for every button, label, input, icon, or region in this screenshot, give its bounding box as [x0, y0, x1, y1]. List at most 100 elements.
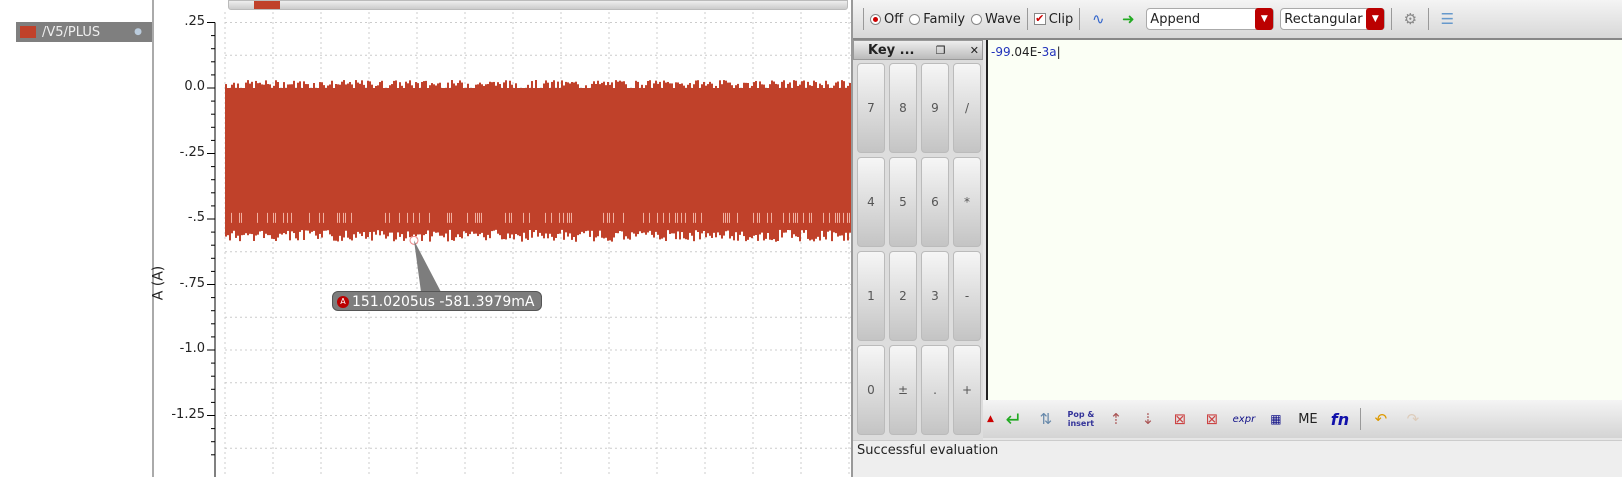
waveform-spike [653, 220, 655, 238]
waveform-spike [259, 220, 261, 232]
waveform-spike [641, 84, 643, 88]
expr-table-icon[interactable]: ▦ [1264, 408, 1288, 430]
waveform-spike [787, 83, 789, 88]
waveform-spike [605, 220, 607, 238]
clip-checkbox[interactable]: ✔ Clip [1033, 12, 1073, 27]
mode-select[interactable]: Append ▼ [1146, 8, 1275, 30]
key-13[interactable]: ± [889, 345, 917, 435]
waveform-spike [779, 220, 781, 230]
waveform-spike [825, 220, 827, 240]
expand-arrow-icon[interactable]: ▲ [987, 414, 994, 424]
function-icon[interactable]: fn [1328, 408, 1352, 430]
waveform-spike [709, 220, 711, 236]
waveform-spike [703, 81, 705, 88]
gear-icon[interactable]: ⚙ [1398, 8, 1422, 30]
key-7[interactable]: * [953, 157, 981, 247]
waveform-spike [425, 220, 427, 234]
waveform-highlight [283, 212, 284, 223]
key-15[interactable]: + [953, 345, 981, 435]
waveform-spike [361, 80, 363, 88]
pop-insert-button[interactable]: Pop & insert [1066, 410, 1096, 428]
waveform-spike [681, 83, 683, 88]
marker-tooltip[interactable]: A 151.0205us -581.3979mA [332, 291, 542, 311]
waveform-spike [841, 80, 843, 88]
waveform-spike [433, 220, 435, 232]
waveform-spike [771, 80, 773, 88]
radio-wave[interactable]: Wave [971, 12, 1021, 27]
waveform-spike [797, 220, 799, 237]
key-9[interactable]: 2 [889, 251, 917, 341]
waveform-plot[interactable]: A (A) .25 0.0 -.25 -.5 -.75 -1.0 -1.25 [150, 0, 851, 477]
clear-all-icon[interactable]: ⊠ [1200, 408, 1224, 430]
eye-icon[interactable]: ● [134, 27, 142, 37]
key-8[interactable]: 1 [857, 251, 885, 341]
waveform-spike [525, 220, 527, 239]
key-1[interactable]: 8 [889, 63, 917, 153]
waveform-spike [591, 220, 593, 231]
undo-icon[interactable]: ↶ [1369, 408, 1393, 430]
waveform-spike [645, 220, 647, 235]
key-12[interactable]: 0 [857, 345, 885, 435]
waveform-spike [721, 84, 723, 88]
key-14[interactable]: . [921, 345, 949, 435]
waveform-spike [541, 220, 543, 236]
waveform-highlight [319, 212, 320, 223]
add-expr-icon[interactable]: expr [1232, 408, 1256, 430]
waveform-spike [453, 83, 455, 88]
waveform-spike [711, 83, 713, 88]
float-icon[interactable]: ❐ [933, 44, 949, 57]
waveform-spike [679, 83, 681, 88]
waveform-spike [641, 220, 643, 234]
stack-up-icon[interactable]: ⇡ [1104, 408, 1128, 430]
waveform-highlight [451, 212, 452, 223]
waveform-spike [785, 220, 787, 233]
send-to-table-icon[interactable]: ➜ [1116, 8, 1140, 30]
stack-down-icon[interactable]: ⇣ [1136, 408, 1160, 430]
legend-item-signal[interactable]: /V5/PLUS ● [16, 22, 152, 42]
waveform-spike [429, 220, 431, 242]
waveform-spike [731, 85, 733, 88]
waveform-spike [753, 220, 755, 236]
waveform-spike [349, 220, 351, 240]
close-icon[interactable]: ✕ [967, 44, 982, 57]
waveform-spike [329, 84, 331, 88]
waveform-spike [727, 82, 729, 88]
waveform-spike [325, 220, 327, 231]
waveform-spike [781, 81, 783, 88]
waveform-spike [249, 83, 251, 88]
stack-icon[interactable]: ☰ [1435, 8, 1459, 30]
waveform-spike [435, 85, 437, 88]
waveform-spike [497, 220, 499, 234]
waveform-spike [363, 220, 365, 233]
stack-swap-icon[interactable]: ⇅ [1034, 408, 1058, 430]
waveform-highlight [273, 212, 274, 223]
key-2[interactable]: 9 [921, 63, 949, 153]
me-button[interactable]: ME [1296, 408, 1320, 430]
waveform-spike [793, 80, 795, 88]
expression-editor[interactable]: -99.04E-3a| [986, 40, 1622, 400]
wave-icon[interactable]: ∿ [1086, 8, 1110, 30]
radio-family[interactable]: Family [909, 12, 965, 27]
redo-icon[interactable]: ↷ [1401, 408, 1425, 430]
key-6[interactable]: 6 [921, 157, 949, 247]
key-3[interactable]: / [953, 63, 981, 153]
waveform-highlight [789, 212, 790, 223]
waveform-highlight [649, 212, 650, 223]
waveform-spike [633, 220, 635, 234]
key-0[interactable]: 7 [857, 63, 885, 153]
waveform-spike [295, 220, 297, 239]
waveform-spike [807, 220, 809, 239]
enter-icon[interactable]: ↵ [1002, 407, 1026, 431]
waveform-spike [513, 220, 515, 240]
key-5[interactable]: 5 [889, 157, 917, 247]
key-4[interactable]: 4 [857, 157, 885, 247]
shape-select[interactable]: Rectangular ▼ [1280, 8, 1386, 30]
waveform-spike [243, 220, 245, 235]
radio-off[interactable]: Off [870, 12, 903, 27]
waveform-spike [495, 85, 497, 88]
key-11[interactable]: - [953, 251, 981, 341]
waveform-spike [491, 82, 493, 88]
waveform-spike [335, 84, 337, 88]
key-10[interactable]: 3 [921, 251, 949, 341]
clear-icon[interactable]: ⊠ [1168, 408, 1192, 430]
